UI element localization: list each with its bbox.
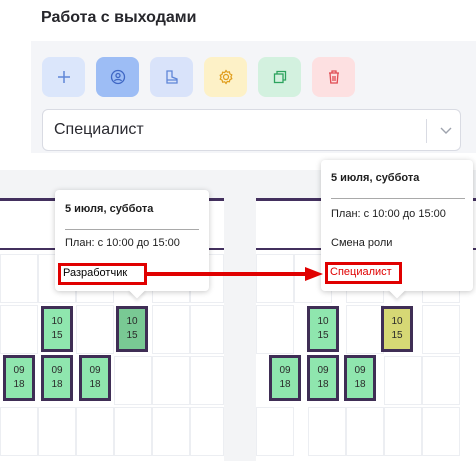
schedule-cell[interactable] — [384, 407, 422, 456]
schedule-cell[interactable] — [114, 356, 152, 405]
boot-icon — [165, 70, 178, 84]
schedule-cell[interactable] — [190, 305, 224, 354]
shift-end: 18 — [354, 379, 366, 390]
new-role-highlight: Специалист — [325, 262, 402, 284]
current-role-highlight: Разработчик — [58, 263, 147, 285]
schedule-cell[interactable] — [346, 305, 384, 354]
select-divider — [426, 119, 427, 143]
plus-icon — [57, 71, 70, 83]
shift-end: 15 — [317, 330, 329, 341]
shift-block[interactable]: 10 15 — [41, 306, 73, 352]
shift-end: 18 — [279, 379, 291, 390]
schedule-cell[interactable] — [0, 254, 38, 303]
popover-plan: План: с 10:00 до 15:00 — [331, 208, 446, 220]
page-title: Работа с выходами — [41, 9, 197, 26]
schedule-cell[interactable] — [384, 356, 422, 405]
shift-end: 15 — [391, 330, 403, 341]
schedule-cell[interactable] — [0, 305, 38, 354]
schedule-cell[interactable] — [152, 407, 190, 456]
arrow-right-icon — [147, 267, 323, 281]
schedule-cell[interactable] — [256, 305, 294, 354]
shift-start: 09 — [89, 365, 101, 376]
new-role[interactable]: Специалист — [330, 266, 392, 278]
popover-separator — [331, 198, 465, 199]
schedule-cell[interactable] — [346, 407, 384, 456]
shift-start: 09 — [13, 365, 25, 376]
schedule-cell[interactable] — [38, 407, 76, 456]
shift-block[interactable]: 09 18 — [41, 355, 73, 401]
schedule-cell[interactable] — [190, 407, 224, 456]
shift-start: 09 — [279, 365, 291, 376]
schedule-cell[interactable] — [256, 407, 294, 456]
schedule-cell[interactable] — [152, 356, 190, 405]
shift-end: 18 — [89, 379, 101, 390]
header-area: Работа с выходами Специалист — [0, 0, 476, 170]
current-role: Разработчик — [63, 267, 128, 279]
copy-icon — [273, 70, 286, 84]
change-role-action[interactable]: Смена роли — [331, 237, 392, 249]
people-icon — [110, 69, 125, 85]
toolbar-panel: Специалист — [31, 41, 476, 153]
add-button[interactable] — [42, 57, 85, 97]
schedule-cell[interactable] — [308, 407, 346, 456]
schedule-cell[interactable] — [422, 407, 460, 456]
chevron-down-icon[interactable] — [438, 122, 454, 138]
shift-start: 09 — [317, 365, 329, 376]
shift-end: 18 — [51, 379, 63, 390]
shift-end: 15 — [126, 330, 138, 341]
settings-button[interactable] — [204, 57, 247, 97]
copy-button[interactable] — [258, 57, 301, 97]
shift-start: 09 — [51, 365, 63, 376]
shift-block[interactable]: 10 15 — [307, 306, 339, 352]
shift-block[interactable]: 09 18 — [269, 355, 301, 401]
trash-icon — [328, 70, 339, 84]
popover-separator — [65, 229, 199, 230]
schedule-cell[interactable] — [0, 407, 38, 456]
gear-icon — [218, 69, 233, 85]
shift-block[interactable]: 09 18 — [307, 355, 339, 401]
shift-block[interactable]: 10 15 — [381, 306, 413, 352]
shift-start: 10 — [391, 316, 403, 327]
schedule-cell[interactable] — [422, 356, 460, 405]
shift-block[interactable]: 09 18 — [79, 355, 111, 401]
popover-date: 5 июля, суббота — [65, 203, 154, 215]
schedule-cell[interactable] — [422, 305, 460, 354]
schedule-cell[interactable] — [76, 407, 114, 456]
people-button[interactable] — [96, 57, 139, 97]
schedule-cell[interactable] — [152, 305, 190, 354]
shift-block[interactable]: 09 18 — [3, 355, 35, 401]
shift-start: 10 — [317, 316, 329, 327]
schedule-cell[interactable] — [76, 305, 114, 354]
shift-end: 15 — [51, 330, 63, 341]
shift-start: 10 — [126, 316, 138, 327]
role-select[interactable]: Специалист — [42, 109, 461, 151]
shift-start: 09 — [354, 365, 366, 376]
popover-plan: План: с 10:00 до 15:00 — [65, 237, 180, 249]
shift-start: 10 — [51, 316, 63, 327]
shift-block[interactable]: 09 18 — [344, 355, 376, 401]
delete-button[interactable] — [312, 57, 355, 97]
popover-date: 5 июля, суббота — [331, 172, 420, 184]
schedule-cell[interactable] — [114, 407, 152, 456]
schedule-cell[interactable] — [190, 356, 224, 405]
shift-end: 18 — [13, 379, 25, 390]
role-select-value: Специалист — [54, 121, 144, 138]
shift-end: 18 — [317, 379, 329, 390]
shift-block[interactable]: 10 15 — [116, 306, 148, 352]
boot-button[interactable] — [150, 57, 193, 97]
